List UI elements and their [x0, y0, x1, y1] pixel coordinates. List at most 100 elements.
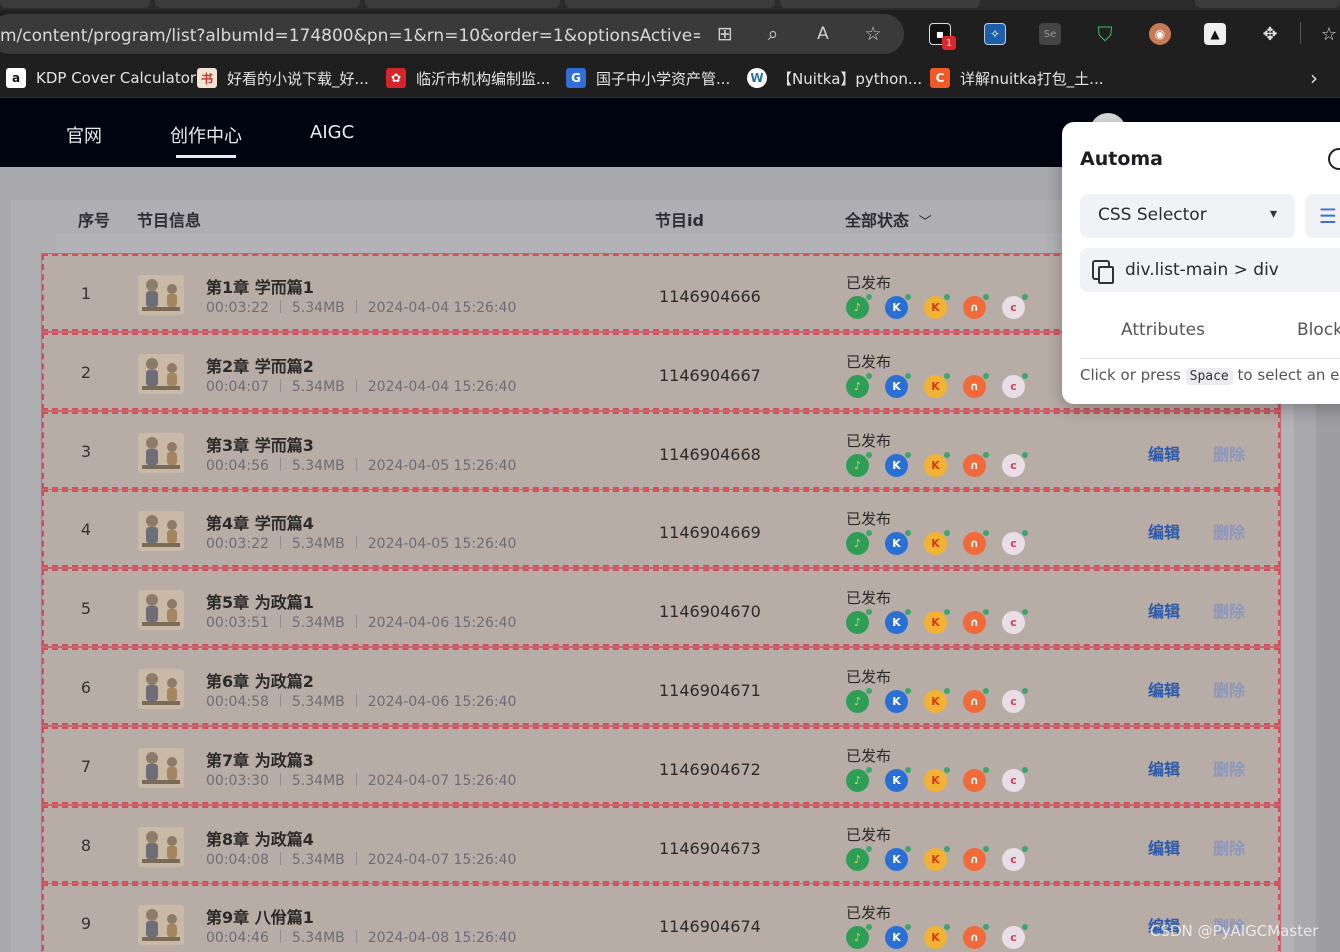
kugou-icon[interactable]: K: [885, 845, 911, 871]
program-cover-image[interactable]: [138, 669, 184, 709]
list-icon[interactable]: ☰: [1305, 194, 1340, 238]
bookmark-novel[interactable]: 书 好看的小说下载_好...: [197, 66, 369, 90]
program-title[interactable]: 第4章 学而篇4: [206, 510, 314, 534]
qq-music-icon[interactable]: ♪: [846, 924, 872, 950]
kugou-icon[interactable]: K: [885, 924, 911, 950]
delete-button[interactable]: 删除: [1213, 835, 1245, 859]
delete-button[interactable]: 删除: [1213, 598, 1245, 622]
cool-icon[interactable]: c: [1002, 294, 1028, 319]
kuwo-icon[interactable]: K: [924, 845, 950, 871]
browser-tab[interactable]: [565, 0, 775, 8]
owl-extension-icon[interactable]: ◉: [1149, 23, 1171, 45]
qq-music-icon[interactable]: ♪: [846, 530, 872, 556]
ximalaya-icon[interactable]: ∩: [963, 766, 989, 792]
ximalaya-icon[interactable]: ∩: [963, 924, 989, 950]
url-box[interactable]: m/content/program/list?albumId=174800&pn…: [0, 14, 904, 54]
cool-icon[interactable]: c: [1002, 451, 1028, 477]
browser-tab[interactable]: [155, 0, 360, 8]
bookmark-kdp[interactable]: a KDP Cover Calculator: [6, 66, 196, 90]
tab-blocks[interactable]: Block: [1297, 320, 1340, 340]
delete-button[interactable]: 删除: [1213, 519, 1245, 543]
qq-music-icon[interactable]: ♪: [846, 372, 872, 398]
kugou-icon[interactable]: K: [885, 451, 911, 477]
bookmark-gov[interactable]: ✿ 临沂市机构编制监...: [386, 66, 550, 90]
kuwo-icon[interactable]: K: [924, 372, 950, 398]
cool-icon[interactable]: c: [1002, 688, 1028, 713]
zoom-icon[interactable]: ⌕: [760, 22, 786, 46]
program-title[interactable]: 第1章 学而篇1: [206, 274, 314, 298]
kugou-icon[interactable]: K: [885, 688, 911, 713]
qq-music-icon[interactable]: ♪: [846, 609, 872, 635]
program-cover-image[interactable]: [138, 511, 184, 552]
program-title[interactable]: 第3章 学而篇3: [206, 432, 314, 456]
cool-icon[interactable]: c: [1002, 609, 1028, 635]
program-title[interactable]: 第7章 为政篇3: [206, 747, 314, 771]
selector-path-field[interactable]: div.list-main > div: [1080, 248, 1340, 292]
kuwo-icon[interactable]: K: [924, 688, 950, 713]
edit-button[interactable]: 编辑: [1148, 756, 1180, 780]
delete-button[interactable]: 删除: [1213, 677, 1245, 701]
cool-icon[interactable]: c: [1002, 766, 1028, 792]
selector-type-select[interactable]: CSS Selector ▾: [1080, 194, 1295, 238]
program-cover-image[interactable]: [138, 275, 184, 315]
program-title[interactable]: 第5章 为政篇1: [206, 589, 314, 613]
nav-item-official[interactable]: 官网: [66, 122, 102, 148]
nav-item-aigc[interactable]: AIGC: [310, 122, 354, 143]
kugou-icon[interactable]: K: [885, 294, 911, 319]
qq-music-icon[interactable]: ♪: [846, 294, 872, 319]
selector-path-text[interactable]: div.list-main > div: [1125, 260, 1279, 280]
qq-music-icon[interactable]: ♪: [846, 845, 872, 871]
ximalaya-icon[interactable]: ∩: [963, 372, 989, 398]
browser-tab[interactable]: [780, 0, 980, 8]
nav-item-creator-center[interactable]: 创作中心: [170, 122, 242, 158]
edit-button[interactable]: 编辑: [1148, 835, 1180, 859]
ximalaya-icon[interactable]: ∩: [963, 688, 989, 713]
selenium-extension-icon[interactable]: Se: [1039, 23, 1061, 45]
copy-icon[interactable]: [1092, 260, 1110, 280]
browser-tab[interactable]: [365, 0, 560, 8]
delete-button[interactable]: 删除: [1213, 441, 1245, 465]
cool-icon[interactable]: c: [1002, 530, 1028, 556]
eye-icon[interactable]: [1328, 148, 1340, 170]
qq-music-icon[interactable]: ♪: [846, 766, 872, 792]
edit-button[interactable]: 编辑: [1148, 441, 1180, 465]
kuwo-icon[interactable]: K: [924, 766, 950, 792]
program-cover-image[interactable]: [138, 353, 184, 394]
cool-icon[interactable]: c: [1002, 372, 1028, 398]
cool-icon[interactable]: c: [1002, 924, 1028, 950]
kugou-icon[interactable]: K: [885, 372, 911, 398]
shield-icon[interactable]: ⛉: [1094, 22, 1116, 46]
program-cover-image[interactable]: [138, 905, 184, 946]
qq-music-icon[interactable]: ♪: [846, 688, 872, 713]
program-cover-image[interactable]: [138, 826, 184, 867]
edit-button[interactable]: 编辑: [1148, 519, 1180, 543]
bookmark-nuitka[interactable]: W 【Nuitka】python...: [747, 66, 922, 90]
bookmark-asset[interactable]: G 国子中小学资产管...: [566, 66, 730, 90]
delete-button[interactable]: 删除: [1213, 756, 1245, 780]
favorite-star-icon[interactable]: ☆: [860, 22, 886, 46]
browser-tab[interactable]: [1195, 0, 1340, 8]
tab-attributes[interactable]: Attributes: [1121, 320, 1205, 340]
kuwo-icon[interactable]: K: [924, 451, 950, 477]
edit-button[interactable]: 编辑: [1148, 677, 1180, 701]
kuwo-icon[interactable]: K: [924, 294, 950, 319]
kugou-icon[interactable]: K: [885, 766, 911, 792]
ximalaya-icon[interactable]: ∩: [963, 451, 989, 477]
kuwo-icon[interactable]: K: [924, 530, 950, 556]
program-title[interactable]: 第2章 学而篇2: [206, 353, 314, 377]
status-filter-dropdown[interactable]: 全部状态 ﹀: [845, 207, 932, 231]
ximalaya-icon[interactable]: ∩: [963, 845, 989, 871]
bookmark-csdn[interactable]: C 详解nuitka打包_土...: [930, 66, 1103, 90]
edit-button[interactable]: 编辑: [1148, 598, 1180, 622]
program-title[interactable]: 第9章 八佾篇1: [206, 904, 314, 928]
qq-music-icon[interactable]: ♪: [846, 451, 872, 477]
ximalaya-icon[interactable]: ∩: [963, 294, 989, 319]
browser-tab[interactable]: [0, 0, 150, 8]
text-extension-icon[interactable]: ▲: [1204, 23, 1226, 45]
program-cover-image[interactable]: [138, 590, 184, 631]
chevron-right-icon[interactable]: ›: [1310, 66, 1318, 90]
ximalaya-icon[interactable]: ∩: [963, 609, 989, 635]
cool-icon[interactable]: c: [1002, 845, 1028, 871]
url-text[interactable]: m/content/program/list?albumId=174800&pn…: [0, 26, 700, 46]
extensions-puzzle-icon[interactable]: ✥: [1259, 23, 1281, 45]
